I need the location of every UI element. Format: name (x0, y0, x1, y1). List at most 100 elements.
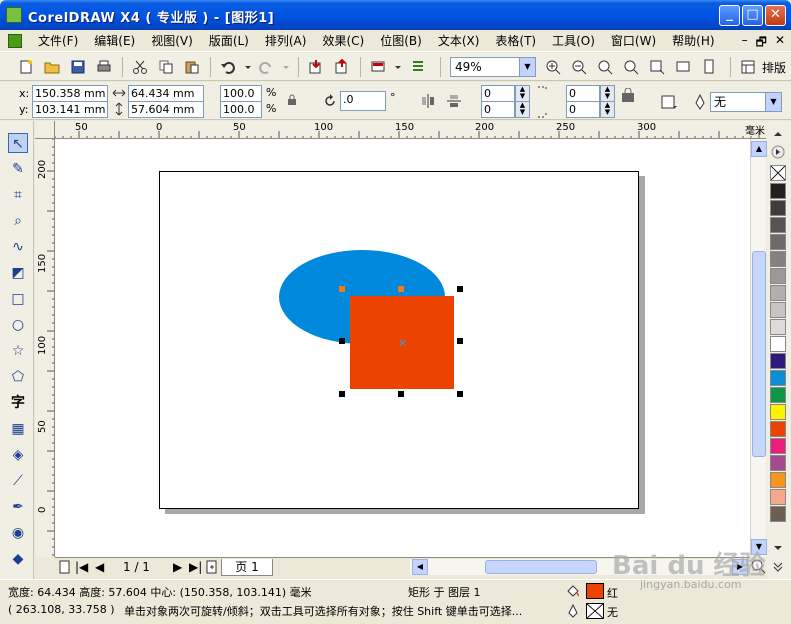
rotation-angle-input[interactable]: .0 (340, 91, 386, 111)
menu-layout[interactable]: 版面(L) (201, 33, 257, 49)
color-swatch[interactable] (770, 353, 786, 369)
color-swatch[interactable] (770, 251, 786, 267)
vertical-ruler[interactable]: 200 150 100 50 0 (35, 139, 55, 557)
fill-color-indicator[interactable] (586, 583, 604, 599)
zoom-page-height-icon[interactable] (701, 59, 717, 75)
doc-close-button[interactable]: ✕ (775, 33, 785, 54)
rectangle-tool-icon[interactable]: □ (8, 289, 28, 309)
redo-icon[interactable] (258, 59, 274, 75)
close-button[interactable]: ✕ (765, 5, 786, 26)
paste-icon[interactable] (184, 59, 200, 75)
polygon-tool-icon[interactable]: ☆ (8, 341, 28, 361)
wrap-text-icon[interactable] (660, 93, 678, 111)
color-swatch[interactable] (770, 217, 786, 233)
color-swatch[interactable] (770, 404, 786, 420)
menu-view[interactable]: 视图(V) (143, 33, 201, 49)
scroll-left-icon[interactable]: ◀ (412, 559, 428, 575)
menu-bitmaps[interactable]: 位图(B) (372, 33, 430, 49)
selection-handle-top-right[interactable] (457, 286, 463, 292)
palette-flyout-icon[interactable] (771, 145, 785, 159)
spinner-icon[interactable]: ▲ ▼ (600, 101, 615, 118)
zoom-all-objects-icon[interactable] (623, 59, 639, 75)
export-icon[interactable] (334, 59, 350, 75)
color-swatch[interactable] (770, 183, 786, 199)
drawing-canvas[interactable]: ✕ (55, 139, 750, 557)
ruler-origin[interactable] (35, 121, 55, 139)
welcome-screen-icon[interactable] (410, 59, 426, 75)
crop-tool-icon[interactable]: ⌗ (8, 185, 28, 205)
menu-text[interactable]: 文本(X) (430, 33, 488, 49)
spinner-icon[interactable]: ▲ ▼ (600, 85, 615, 102)
menu-tools[interactable]: 工具(O) (544, 33, 603, 49)
vertical-scrollbar[interactable]: ▲ ▼ (750, 139, 767, 557)
corner-radius-bottom-left-input[interactable]: 0 (481, 101, 515, 118)
zoom-page-width-icon[interactable] (675, 59, 691, 75)
width-input[interactable]: 64.434 mm (128, 85, 204, 102)
corner-radius-top-right-input[interactable]: 0 (566, 85, 600, 102)
application-launcher-icon[interactable] (370, 59, 386, 75)
palette-scroll-down-icon[interactable] (771, 541, 785, 555)
page-options-icon[interactable] (58, 560, 72, 574)
undo-dropdown-icon[interactable] (240, 59, 256, 75)
redo-dropdown-icon[interactable] (278, 59, 294, 75)
menu-effects[interactable]: 效果(C) (314, 33, 372, 49)
palette-expand-icon[interactable] (771, 559, 785, 573)
outline-pen-tool-icon[interactable]: ✒ (8, 497, 28, 517)
chevron-down-icon[interactable]: ▼ (519, 58, 535, 76)
basic-shapes-tool-icon[interactable]: ⬠ (8, 367, 28, 387)
color-swatch[interactable] (770, 234, 786, 250)
color-swatch[interactable] (770, 489, 786, 505)
cut-icon[interactable] (132, 59, 148, 75)
corner-node-top-center[interactable] (398, 286, 404, 292)
text-tool-icon[interactable]: 字 (8, 393, 28, 413)
maximize-button[interactable]: □ (742, 5, 763, 26)
eyedropper-tool-icon[interactable]: ⟋ (8, 471, 28, 491)
menu-edit[interactable]: 编辑(E) (86, 33, 143, 49)
print-icon[interactable] (96, 59, 112, 75)
save-icon[interactable] (70, 59, 86, 75)
selection-handle-middle-right[interactable] (457, 338, 463, 344)
new-document-icon[interactable] (18, 59, 34, 75)
color-swatch[interactable] (770, 302, 786, 318)
table-tool-icon[interactable]: ▦ (8, 419, 28, 439)
last-page-icon[interactable]: ▶| (189, 560, 202, 574)
shape-tool-icon[interactable]: ✎ (8, 159, 28, 179)
lock-ratio-icon[interactable] (285, 93, 299, 107)
menu-help[interactable]: 帮助(H) (664, 33, 722, 49)
round-corners-together-icon[interactable] (620, 88, 636, 104)
layout-toolbar-icon[interactable] (740, 59, 756, 75)
open-folder-icon[interactable] (44, 59, 60, 75)
corner-radius-top-left-input[interactable]: 0 (481, 85, 515, 102)
interactive-fill-tool-icon[interactable]: ◆ (8, 549, 28, 569)
scroll-up-icon[interactable]: ▲ (751, 141, 767, 157)
selection-handle-middle-left[interactable] (339, 338, 345, 344)
outline-color-indicator[interactable] (586, 603, 604, 619)
selection-handle-bottom-center[interactable] (398, 391, 404, 397)
palette-scroll-up-icon[interactable] (771, 127, 785, 141)
y-position-input[interactable]: 103.141 mm (32, 101, 108, 118)
add-page-icon[interactable] (205, 560, 219, 574)
color-swatch[interactable] (770, 506, 786, 522)
import-icon[interactable] (308, 59, 324, 75)
no-color-swatch[interactable] (770, 165, 786, 181)
scale-x-input[interactable]: 100.0 (220, 85, 262, 102)
next-page-icon[interactable]: ▶ (173, 560, 182, 574)
outline-width-select[interactable]: 无 ▼ (710, 92, 782, 112)
menu-file[interactable]: 文件(F) (30, 33, 86, 49)
selection-handle-bottom-left[interactable] (339, 391, 345, 397)
height-input[interactable]: 57.604 mm (128, 101, 204, 118)
copy-icon[interactable] (158, 59, 174, 75)
zoom-page-icon[interactable] (649, 59, 665, 75)
color-swatch[interactable] (770, 370, 786, 386)
zoom-tool-icon[interactable]: ⌕ (8, 211, 28, 231)
minimize-button[interactable]: _ (719, 5, 740, 26)
x-position-input[interactable]: 150.358 mm (32, 85, 108, 102)
smart-fill-tool-icon[interactable]: ◩ (8, 263, 28, 283)
corner-radius-bottom-right-input[interactable]: 0 (566, 101, 600, 118)
first-page-icon[interactable]: |◀ (75, 560, 88, 574)
vertical-scroll-thumb[interactable] (752, 251, 766, 457)
previous-page-icon[interactable]: ◀ (95, 560, 104, 574)
mirror-horizontal-icon[interactable] (420, 93, 436, 109)
fill-tool-icon[interactable]: ◉ (8, 523, 28, 543)
zoom-selected-icon[interactable] (597, 59, 613, 75)
